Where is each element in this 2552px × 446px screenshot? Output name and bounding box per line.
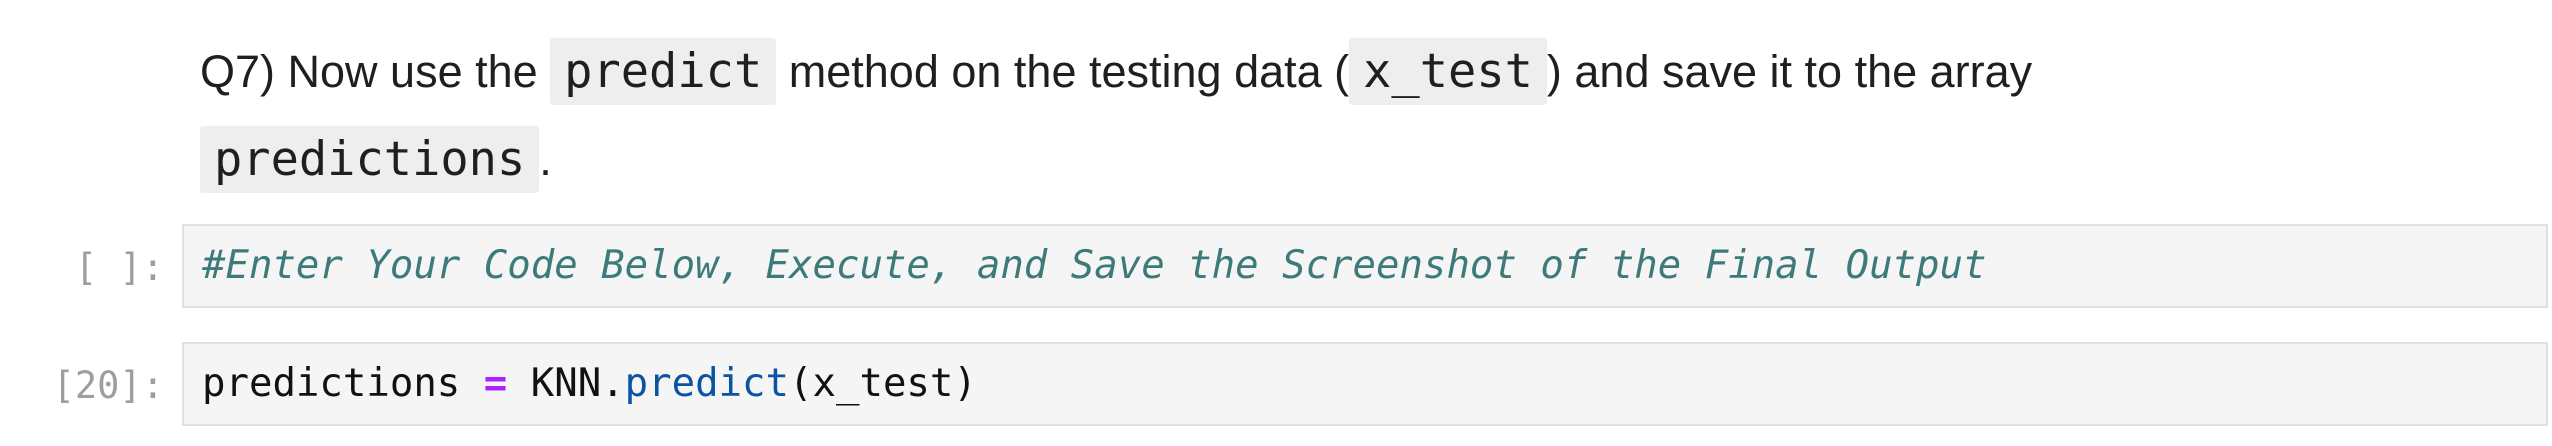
code-operator: = [483,361,508,406]
code-cell-predict[interactable]: [20]: predictions = KNN.predict(x_test) [0,342,2552,430]
code-variable: predictions [202,361,461,406]
inline-code-predictions: predictions [200,126,540,193]
code-method: predict [624,361,790,406]
inline-code-x-test: x_test [1349,38,1547,105]
question-text-middle: method on the testing data ( [788,46,1350,97]
inline-code-predict: predict [550,38,777,105]
question-text-end: . [539,134,552,185]
execution-prompt: [ ]: [74,246,164,289]
question-text: Q7) Now use the [200,46,538,97]
code-cell-empty[interactable]: [ ]: #Enter Your Code Below, Execute, an… [0,224,2552,312]
code-comment: #Enter Your Code Below, Execute, and Sav… [202,243,1987,288]
markdown-question: Q7) Now use the predict method on the te… [200,28,2500,204]
question-text-after: ) and save it to the array [1546,46,2033,97]
execution-prompt: [20]: [52,364,164,407]
code-object: KNN. [530,361,625,406]
code-args: (x_test) [789,361,977,406]
code-input[interactable]: predictions = KNN.predict(x_test) [182,342,2548,426]
code-input[interactable]: #Enter Your Code Below, Execute, and Sav… [182,224,2548,308]
